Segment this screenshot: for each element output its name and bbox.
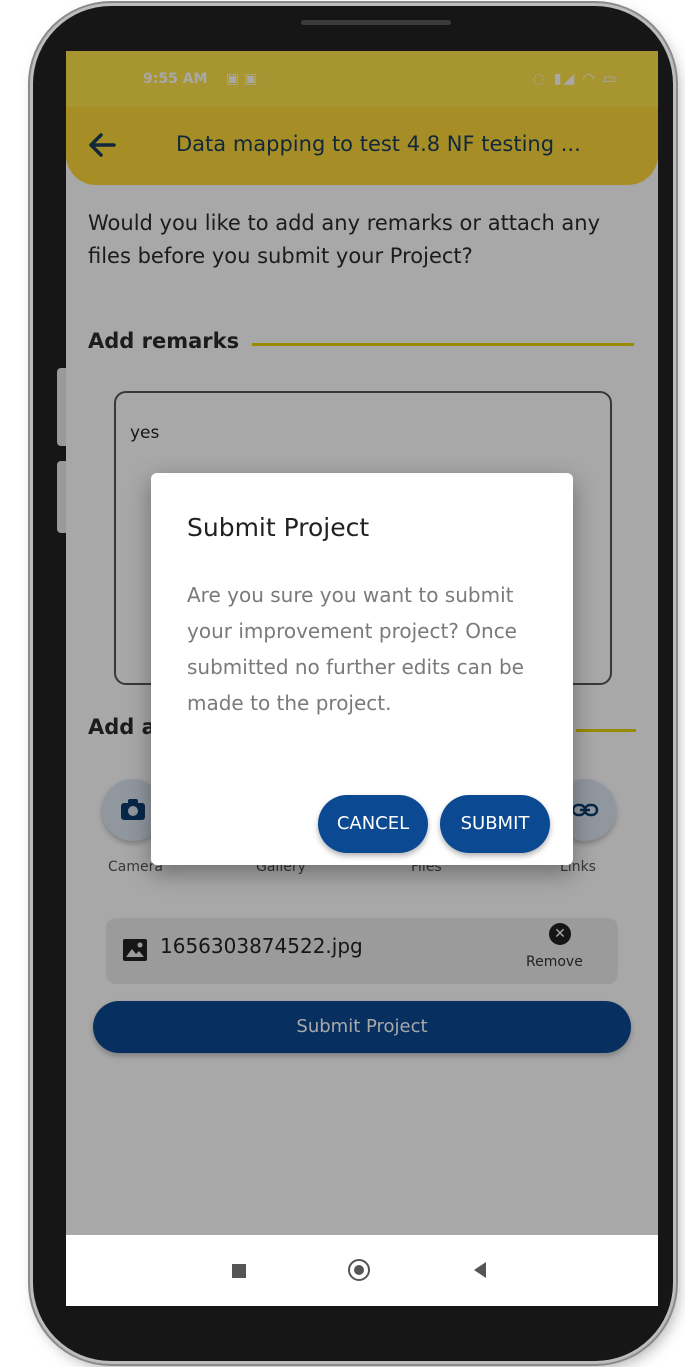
screen: 9:55 AM ▣ ▣ ◌ ▮◢ ◠ ▭ Data mapping to tes… <box>66 51 658 1306</box>
back-icon[interactable] <box>474 1262 486 1278</box>
recent-apps-icon[interactable] <box>232 1264 246 1278</box>
cancel-button[interactable]: CANCEL <box>318 795 428 853</box>
speaker-grille <box>301 20 451 25</box>
dialog-message: Are you sure you want to submit your imp… <box>187 583 524 715</box>
home-icon[interactable] <box>348 1259 370 1281</box>
submit-button[interactable]: SUBMIT <box>440 795 550 853</box>
dialog-title: Submit Project <box>187 513 370 542</box>
submit-confirm-dialog: Submit Project Are you sure you want to … <box>151 473 573 865</box>
system-nav-bar <box>66 1235 658 1306</box>
